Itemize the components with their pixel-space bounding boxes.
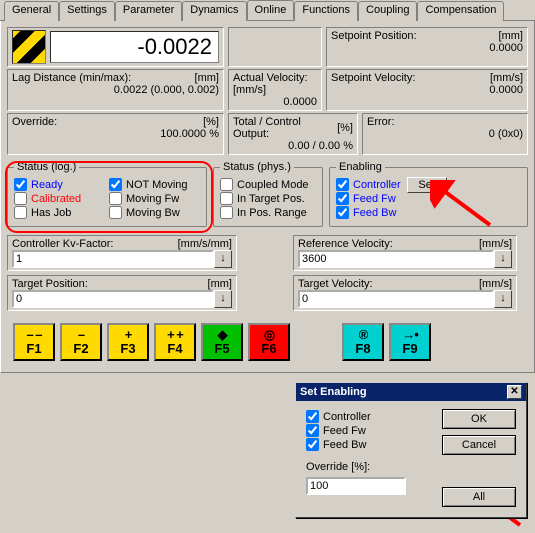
dlg-override-input[interactable] — [306, 477, 406, 495]
actual-velocity-value: 0.0000 — [233, 96, 317, 108]
tab-online[interactable]: Online — [247, 0, 295, 20]
status-log-legend: Status (log.) — [14, 161, 79, 173]
kv-factor-input[interactable] — [12, 250, 214, 268]
lag-distance-value: 0.0022 (0.000, 0.002) — [12, 84, 219, 96]
kv-spin[interactable]: ↓ — [214, 250, 232, 268]
setpoint-velocity-value: 0.0000 — [331, 84, 523, 96]
tab-bar: General Settings Parameter Dynamics Onli… — [0, 0, 535, 21]
lag-distance-label: Lag Distance (min/max): — [12, 72, 131, 84]
override-unit: [%] — [203, 116, 219, 128]
f4-button[interactable]: + +F4 — [154, 323, 196, 361]
dlg-cancel-button[interactable]: Cancel — [442, 435, 516, 455]
function-keys: – –F1 –F2 +F3 + +F4 ◆F5 ◎F6 ®F8 →•F9 — [7, 317, 528, 367]
setpoint-position-label: Setpoint Position: — [331, 30, 417, 42]
tab-compensation[interactable]: Compensation — [417, 1, 504, 21]
dlg-feed-bw-checkbox[interactable]: Feed Bw — [306, 438, 432, 451]
tab-general[interactable]: General — [4, 1, 59, 21]
tvel-spin[interactable]: ↓ — [494, 290, 512, 308]
override-label: Override: — [12, 116, 57, 128]
status-phys-group: Status (phys.) Coupled Mode In Target Po… — [213, 161, 323, 227]
f5-button[interactable]: ◆F5 — [201, 323, 243, 361]
error-value: 0 (0x0) — [367, 128, 523, 140]
tpos-spin[interactable]: ↓ — [214, 290, 232, 308]
ref-velocity-input[interactable] — [298, 250, 494, 268]
actual-position-value: -0.0022 — [50, 31, 219, 63]
f2-button[interactable]: –F2 — [60, 323, 102, 361]
set-enabling-dialog: Set Enabling ✕ Controller Feed Fw Feed B… — [295, 382, 527, 518]
lag-distance-unit: [mm] — [195, 72, 219, 84]
override-value: 100.0000 % — [12, 128, 219, 140]
actual-velocity-unit: [mm/s] — [233, 84, 266, 96]
ref-velocity-label: Reference Velocity: — [298, 238, 393, 250]
dialog-close-icon[interactable]: ✕ — [507, 385, 522, 399]
has-job-checkbox[interactable]: Has Job — [14, 206, 105, 219]
tab-dynamics[interactable]: Dynamics — [182, 1, 246, 21]
target-velocity-label: Target Velocity: — [298, 278, 373, 290]
dlg-all-button[interactable]: All — [442, 487, 516, 507]
kv-factor-label: Controller Kv-Factor: — [12, 238, 113, 250]
ref-velocity-unit: [mm/s] — [479, 238, 512, 250]
in-pos-range-checkbox[interactable]: In Pos. Range — [220, 206, 316, 219]
controller-checkbox[interactable]: Controller — [336, 178, 401, 191]
setpoint-velocity-label: Setpoint Velocity: — [331, 72, 415, 84]
tab-settings[interactable]: Settings — [59, 1, 115, 21]
actual-velocity-label: Actual Velocity: — [233, 72, 308, 84]
setpoint-velocity-unit: [mm/s] — [490, 72, 523, 84]
online-panel: -0.0022 Setpoint Position: [mm] 0.0000 La… — [0, 21, 535, 373]
dlg-controller-checkbox[interactable]: Controller — [306, 410, 432, 423]
in-target-pos-checkbox[interactable]: In Target Pos. — [220, 192, 316, 205]
target-position-input[interactable] — [12, 290, 214, 308]
f6-button[interactable]: ◎F6 — [248, 323, 290, 361]
target-position-label: Target Position: — [12, 278, 88, 290]
feed-bw-checkbox[interactable]: Feed Bw — [336, 206, 401, 219]
tab-parameter[interactable]: Parameter — [115, 1, 182, 21]
f8-button[interactable]: ®F8 — [342, 323, 384, 361]
total-control-output-value: 0.00 / 0.00 % — [233, 140, 353, 152]
hazard-icon — [12, 30, 46, 64]
refvel-spin[interactable]: ↓ — [494, 250, 512, 268]
enabling-legend: Enabling — [336, 161, 385, 173]
dlg-feed-fw-checkbox[interactable]: Feed Fw — [306, 424, 432, 437]
total-control-output-unit: [%] — [337, 122, 353, 134]
status-log-group: Status (log.) Ready Calibrated Has Job N… — [7, 161, 207, 227]
feed-fw-checkbox[interactable]: Feed Fw — [336, 192, 401, 205]
dialog-title: Set Enabling — [300, 386, 367, 398]
error-label: Error: — [367, 116, 395, 128]
target-velocity-input[interactable] — [298, 290, 494, 308]
dlg-ok-button[interactable]: OK — [442, 409, 516, 429]
setpoint-position-unit: [mm] — [499, 30, 523, 42]
target-velocity-unit: [mm/s] — [479, 278, 512, 290]
setpoint-position-value: 0.0000 — [331, 42, 523, 54]
dlg-override-label: Override [%]: — [306, 461, 432, 473]
status-phys-legend: Status (phys.) — [220, 161, 294, 173]
ready-checkbox[interactable]: Ready — [14, 178, 105, 191]
calibrated-checkbox[interactable]: Calibrated — [14, 192, 105, 205]
moving-bw-checkbox[interactable]: Moving Bw — [109, 206, 200, 219]
f1-button[interactable]: – –F1 — [13, 323, 55, 361]
enabling-group: Enabling Controller Feed Fw Feed Bw Set — [329, 161, 528, 227]
tab-coupling[interactable]: Coupling — [358, 1, 417, 21]
moving-fw-checkbox[interactable]: Moving Fw — [109, 192, 200, 205]
coupled-mode-checkbox[interactable]: Coupled Mode — [220, 178, 316, 191]
f3-button[interactable]: +F3 — [107, 323, 149, 361]
not-moving-checkbox[interactable]: NOT Moving — [109, 178, 200, 191]
kv-factor-unit: [mm/s/mm] — [178, 238, 232, 250]
target-position-unit: [mm] — [208, 278, 232, 290]
set-button[interactable]: Set — [407, 177, 447, 193]
f9-button[interactable]: →•F9 — [389, 323, 431, 361]
total-control-output-label: Total / Control Output: — [233, 116, 337, 140]
tab-functions[interactable]: Functions — [294, 1, 358, 21]
